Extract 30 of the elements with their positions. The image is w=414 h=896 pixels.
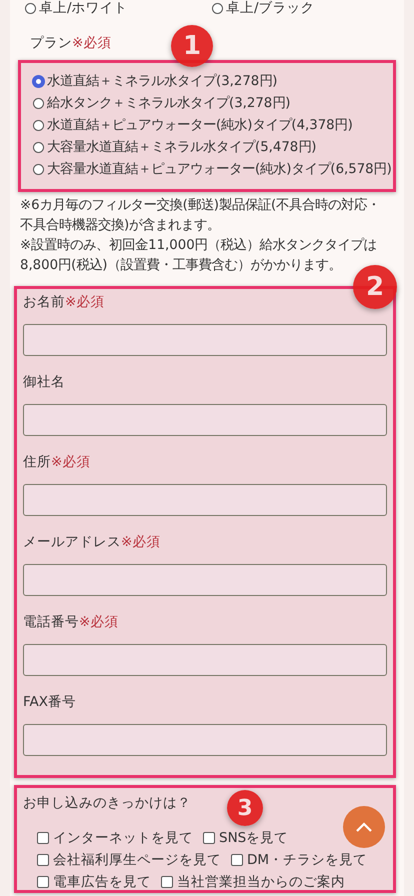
number-badge: 2 xyxy=(353,265,397,309)
option-label: 大容量水道直結＋ミネラル水タイプ(5,478円) xyxy=(47,138,316,157)
option-label: 会社福利厚生ページを見て xyxy=(53,851,221,870)
field-label: プラン xyxy=(30,35,72,51)
field-label: お名前 xyxy=(23,294,65,310)
option-label: SNSを見て xyxy=(219,829,288,848)
option-label: DM・チラシを見て xyxy=(247,851,368,870)
option-label: 水道直結＋ミネラル水タイプ(3,278円) xyxy=(47,72,278,91)
field-label: 御社名 xyxy=(23,374,65,390)
required-mark: ※必須 xyxy=(65,294,104,310)
field-label: 住所 xyxy=(23,454,51,470)
note-text: ※6カ月毎のフィルター交換(郵送)製品保証(不具合時の対応・不具合時機器交換)が含まれます。 xyxy=(20,196,382,235)
option-label: 大容量水道直結＋ピュアウォーター(純水)タイプ(6,578円) xyxy=(47,160,392,179)
required-mark: ※必須 xyxy=(51,454,90,470)
number-badge: 1 xyxy=(171,25,213,67)
required-mark: ※必須 xyxy=(79,614,118,630)
field-label: FAX番号 xyxy=(23,694,76,710)
option-label: 水道直結＋ピュアウォーター(純水)タイプ(4,378円) xyxy=(47,116,353,135)
number-badge: 3 xyxy=(227,790,263,826)
required-mark: ※必須 xyxy=(72,35,112,51)
option-label: 卓上/ブラック xyxy=(226,0,315,18)
required-mark: ※必須 xyxy=(121,534,160,550)
option-label: インターネットを見て xyxy=(53,829,193,848)
option-label: 当社営業担当からのご案内 xyxy=(177,873,345,892)
option-label: 卓上/ホワイト xyxy=(39,0,128,18)
field-label: 電話番号 xyxy=(23,614,79,630)
field-label: お申し込みのきっかけは？ xyxy=(23,795,191,811)
option-label: 給水タンク＋ミネラル水タイプ(3,278円) xyxy=(47,94,290,113)
option-label: 電車広告を見て xyxy=(53,873,151,892)
field-label: メールアドレス xyxy=(23,534,121,550)
